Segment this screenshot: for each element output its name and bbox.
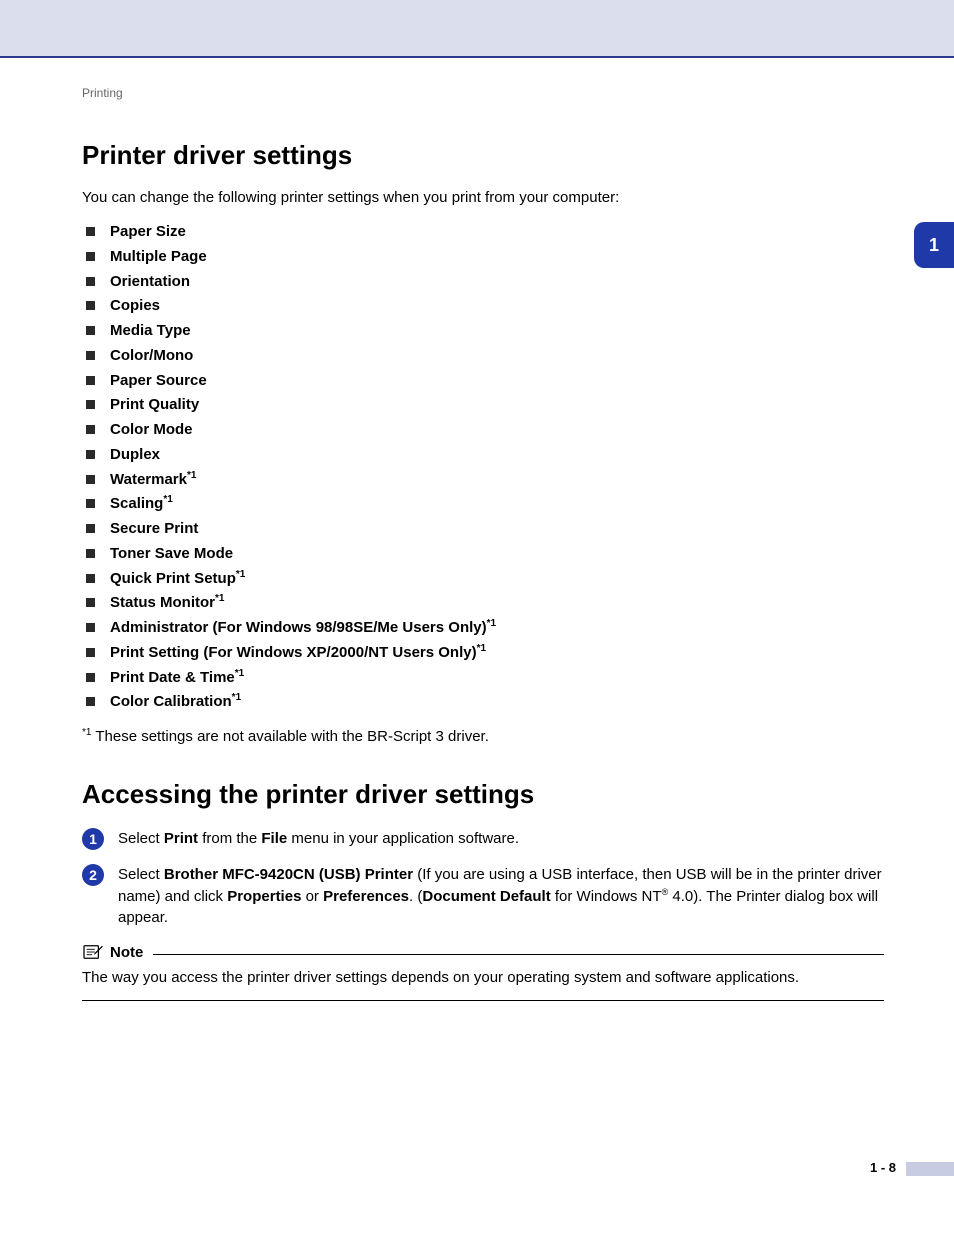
step-number: 1 bbox=[82, 828, 104, 850]
steps-list: 1Select Print from the File menu in your… bbox=[82, 828, 884, 929]
list-item: Print Quality bbox=[82, 393, 884, 418]
list-item: Paper Size bbox=[82, 220, 884, 245]
list-item: Paper Source bbox=[82, 369, 884, 394]
section-title-accessing: Accessing the printer driver settings bbox=[82, 779, 884, 810]
list-item: Scaling*1 bbox=[82, 492, 884, 517]
list-item: Administrator (For Windows 98/98SE/Me Us… bbox=[82, 616, 884, 641]
list-item: Color/Mono bbox=[82, 344, 884, 369]
list-item: Duplex bbox=[82, 443, 884, 468]
note-icon bbox=[82, 943, 104, 961]
list-item: Quick Print Setup*1 bbox=[82, 567, 884, 592]
list-item: Watermark*1 bbox=[82, 468, 884, 493]
intro-text: You can change the following printer set… bbox=[82, 189, 884, 206]
step-item: 2Select Brother MFC-9420CN (USB) Printer… bbox=[82, 864, 884, 929]
breadcrumb: Printing bbox=[82, 86, 884, 100]
footer-accent bbox=[906, 1162, 954, 1176]
note-block: Note The way you access the printer driv… bbox=[82, 943, 884, 1001]
note-divider bbox=[153, 954, 884, 955]
page-number: 1 - 8 bbox=[870, 1160, 896, 1175]
chapter-tab: 1 bbox=[914, 222, 954, 268]
note-text: The way you access the printer driver se… bbox=[82, 967, 884, 988]
note-head: Note bbox=[82, 943, 884, 961]
list-item: Copies bbox=[82, 294, 884, 319]
list-item: Media Type bbox=[82, 319, 884, 344]
settings-list: Paper SizeMultiple PageOrientationCopies… bbox=[82, 220, 884, 715]
note-label: Note bbox=[110, 944, 143, 961]
list-item: Toner Save Mode bbox=[82, 542, 884, 567]
footnote: *1 These settings are not available with… bbox=[82, 727, 884, 745]
list-item: Color Calibration*1 bbox=[82, 690, 884, 715]
step-number: 2 bbox=[82, 864, 104, 886]
list-item: Print Date & Time*1 bbox=[82, 666, 884, 691]
list-item: Print Setting (For Windows XP/2000/NT Us… bbox=[82, 641, 884, 666]
list-item: Multiple Page bbox=[82, 245, 884, 270]
list-item: Secure Print bbox=[82, 517, 884, 542]
step-item: 1Select Print from the File menu in your… bbox=[82, 828, 884, 850]
section-title-driver-settings: Printer driver settings bbox=[82, 140, 884, 171]
list-item: Status Monitor*1 bbox=[82, 591, 884, 616]
page-content: Printing Printer driver settings You can… bbox=[0, 58, 954, 1001]
footnote-text: These settings are not available with th… bbox=[91, 728, 488, 745]
list-item: Orientation bbox=[82, 270, 884, 295]
header-band bbox=[0, 0, 954, 58]
list-item: Color Mode bbox=[82, 418, 884, 443]
